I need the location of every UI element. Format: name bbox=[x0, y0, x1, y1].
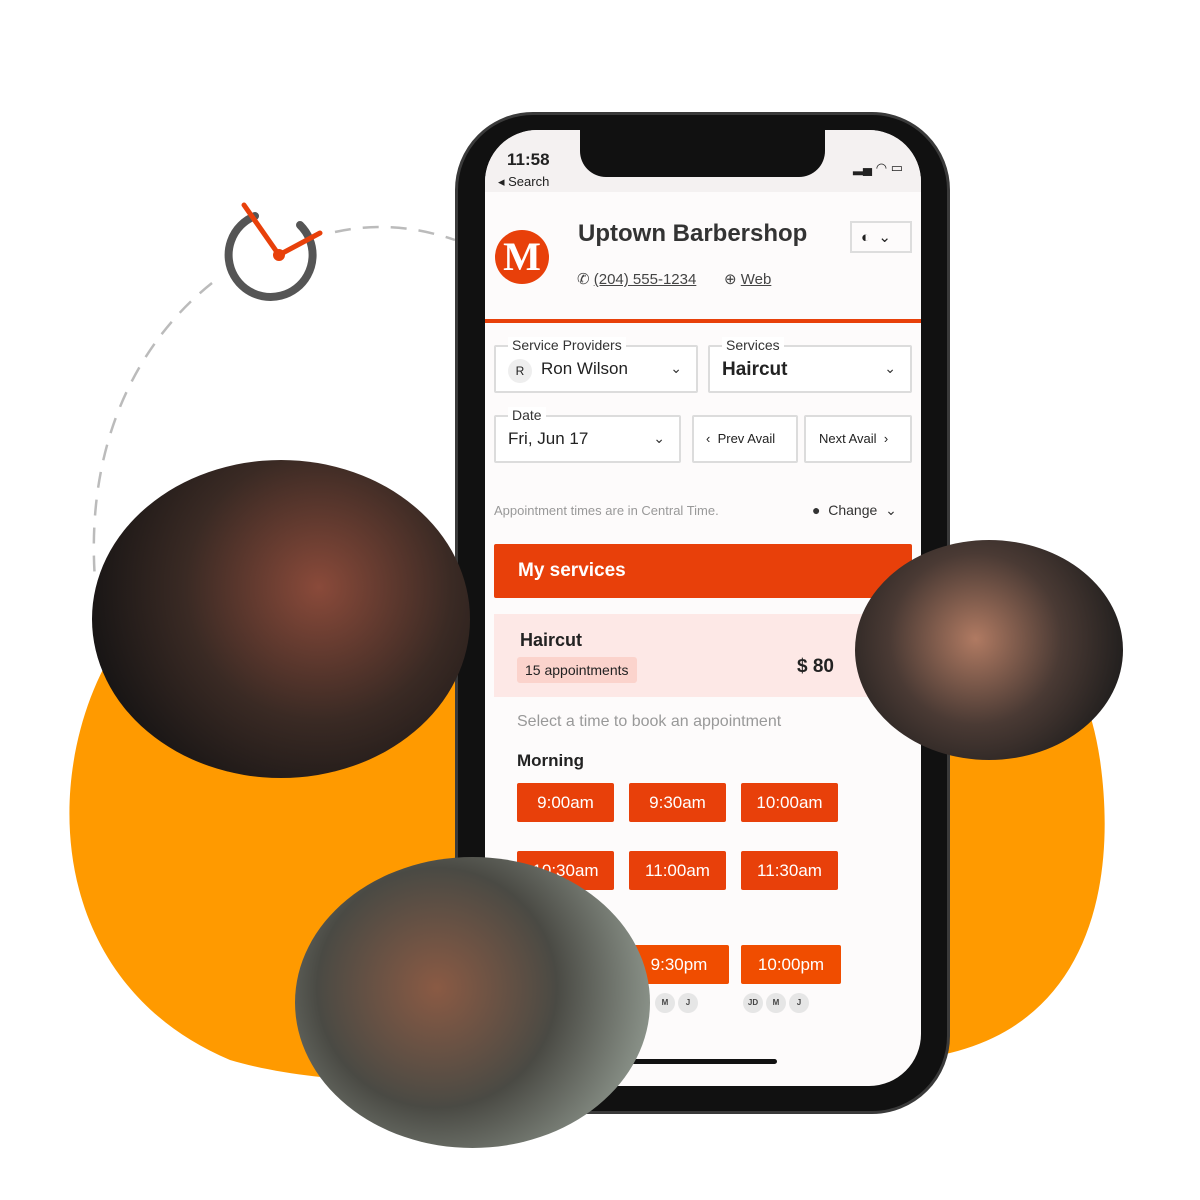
button-label: Prev Avail bbox=[717, 431, 776, 446]
contrast-icon: ◐ bbox=[861, 229, 871, 246]
field-label: Services bbox=[722, 337, 784, 353]
button-label: Next Avail bbox=[819, 431, 877, 446]
field-value: Haircut bbox=[722, 359, 788, 380]
service-price: $ 80 bbox=[797, 656, 834, 677]
back-label: Search bbox=[508, 174, 550, 189]
avatar: M bbox=[655, 993, 675, 1013]
home-indicator bbox=[630, 1059, 777, 1064]
change-timezone-button[interactable]: ● Change ⌄ bbox=[812, 502, 897, 519]
field-value: Ron Wilson bbox=[541, 359, 628, 378]
avatar: J bbox=[789, 993, 809, 1013]
phone-number: (204) 555-1234 bbox=[593, 271, 697, 288]
status-icons: ▂▄ ◠ ▭ bbox=[852, 160, 903, 175]
time-slot-button[interactable]: 9:30am bbox=[629, 783, 726, 822]
globe-icon: ● bbox=[812, 502, 821, 518]
phone-icon: ✆ bbox=[577, 271, 590, 288]
status-time: 11:58 bbox=[507, 150, 550, 169]
field-label: Service Providers bbox=[508, 337, 626, 353]
chevron-right-icon: › bbox=[883, 431, 889, 446]
button-label: Change bbox=[828, 502, 878, 518]
time-slot-button[interactable]: 9:00am bbox=[517, 783, 614, 822]
clock-icon bbox=[224, 202, 323, 301]
barber-photo bbox=[855, 540, 1123, 760]
select-time-prompt: Select a time to book an appointment bbox=[517, 713, 782, 730]
chevron-down-icon: ⌄ bbox=[878, 229, 891, 246]
page-title: Uptown Barbershop bbox=[578, 220, 808, 247]
back-to-search[interactable]: ◂ Search bbox=[498, 174, 549, 190]
field-label: Date bbox=[508, 407, 546, 423]
web-label: Web bbox=[740, 271, 772, 288]
barber-photo bbox=[92, 460, 470, 778]
services-select[interactable]: Services Haircut ⌄ bbox=[708, 337, 912, 393]
provider-avatars: MJ bbox=[655, 992, 701, 1013]
avatar: JD bbox=[743, 993, 763, 1013]
service-card[interactable]: Haircut 15 appointments $ 80 bbox=[494, 614, 912, 697]
time-slot-button[interactable]: 10:00pm bbox=[741, 945, 841, 984]
chevron-down-icon: ⌄ bbox=[670, 360, 682, 376]
barber-photo bbox=[295, 857, 650, 1148]
avatar: M bbox=[766, 993, 786, 1013]
appointments-badge: 15 appointments bbox=[517, 657, 637, 683]
time-slot-button[interactable]: 11:30am bbox=[741, 851, 838, 890]
chevron-left-icon: ‹ bbox=[706, 431, 711, 446]
field-value: Fri, Jun 17 bbox=[508, 429, 589, 448]
prev-avail-button[interactable]: ‹ Prev Avail bbox=[692, 415, 798, 463]
dashed-arc bbox=[334, 225, 456, 242]
chevron-down-icon: ⌄ bbox=[884, 360, 896, 376]
theme-dropdown[interactable]: ◐ ⌄ bbox=[850, 221, 912, 253]
my-services-header: My services bbox=[494, 544, 912, 598]
timezone-note: Appointment times are in Central Time. bbox=[494, 503, 719, 518]
header-divider bbox=[485, 319, 921, 323]
web-link[interactable]: ⊕ Web bbox=[724, 270, 771, 288]
notch bbox=[580, 130, 825, 177]
avatar: J bbox=[678, 993, 698, 1013]
chevron-down-icon: ⌄ bbox=[653, 430, 665, 446]
time-slot-button[interactable]: 10:00am bbox=[741, 783, 838, 822]
time-slot-button[interactable]: 11:00am bbox=[629, 851, 726, 890]
provider-avatars: JD M J bbox=[743, 992, 812, 1013]
logo: M bbox=[495, 230, 549, 284]
globe-icon: ⊕ bbox=[724, 271, 737, 288]
morning-heading: Morning bbox=[517, 751, 585, 770]
phone-link[interactable]: ✆ (204) 555-1234 bbox=[577, 270, 696, 288]
next-avail-button[interactable]: Next Avail › bbox=[804, 415, 912, 463]
service-name: Haircut bbox=[520, 630, 583, 650]
service-provider-select[interactable]: Service Providers R Ron Wilson ⌄ bbox=[494, 337, 698, 393]
date-select[interactable]: Date Fri, Jun 17 ⌄ bbox=[494, 407, 681, 463]
avatar: R bbox=[508, 359, 532, 383]
